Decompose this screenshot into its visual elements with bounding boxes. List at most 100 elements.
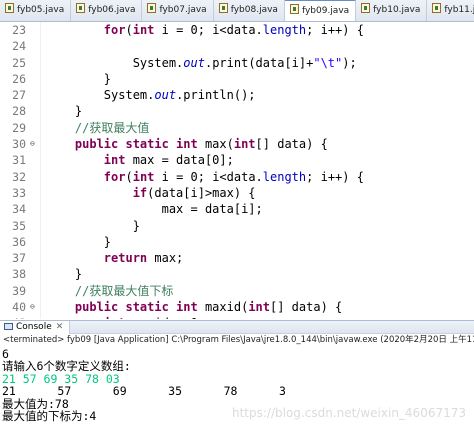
line-number: 34 [12,202,26,217]
code-line: 34 max = data[i]; [0,201,474,217]
console-view-header: Console ✕ [0,320,474,334]
code-line: 33 if(data[i]>max) { [0,185,474,201]
code-token: out [154,88,177,103]
editor-tab[interactable]: fyb10.java [356,0,428,21]
line-number: 31 [12,153,26,168]
line-number: 33 [12,185,26,200]
code-line: 39 //获取最大值下标 [0,283,474,299]
code-token: } [46,267,83,282]
code-line: 29 //获取最大值 [0,120,474,136]
code-text: } [46,234,111,250]
code-text: if(data[i]>max) { [46,185,256,201]
code-text: int max = data[0]; [46,152,234,168]
line-number: 23 [12,23,26,37]
code-token: maxid = 0; [125,316,205,319]
code-token: for [103,169,126,184]
fold-toggle-icon[interactable]: ⊖ [30,140,37,148]
code-token: return [103,251,148,266]
code-token: int [233,137,256,152]
code-token: } [46,218,140,233]
line-number: 32 [12,169,26,184]
code-token: ; i++) { [306,169,364,184]
console-output-line: 请输入6个数字定义数组: [2,359,131,374]
line-number: 40 [12,300,26,315]
code-token: max = data[i]; [46,202,263,217]
code-token: } [46,71,112,86]
code-token: for [103,23,126,37]
code-token: max; [147,251,184,266]
code-token: int [248,300,270,315]
code-line: 36 } [0,234,474,250]
java-file-icon [289,4,299,14]
code-token: } [46,104,83,119]
code-token: System. [46,88,155,103]
code-text: max = data[i]; [46,201,263,217]
line-number: 29 [12,120,26,135]
line-number: 25 [12,55,26,70]
code-token: int [103,153,126,168]
code-line: 35 } [0,218,474,234]
line-number: 38 [12,267,26,282]
code-text: } [46,218,140,234]
code-token: public static int [74,300,198,315]
java-file-icon [147,3,157,13]
console-tab[interactable]: Console ✕ [0,321,71,334]
code-text: System.out.println(); [46,87,256,103]
editor-tab-label: fyb06.java [88,5,136,15]
editor-tab[interactable]: fyb08.java [214,0,285,21]
editor-tab[interactable]: fyb11.java [427,0,474,21]
editor-tab[interactable]: fyb06.java [71,0,143,21]
line-number: 27 [12,88,26,103]
code-line: 25 System.out.print(data[i]+"\t"); [0,55,474,71]
code-token: [] data) { [255,137,328,152]
code-editor[interactable]: 23 for(int i = 0; i<data.length; i++) {2… [0,22,474,319]
editor-tab[interactable]: fyb07.java [142,0,214,21]
console-icon [4,323,13,330]
close-icon[interactable]: ✕ [56,322,64,332]
code-text: return max; [46,250,183,266]
code-text: } [46,71,111,87]
code-token: length [262,169,307,184]
code-text: //获取最大值 [46,120,149,136]
code-token: (data[i]>max) { [147,185,256,200]
watermark: https://blog.csdn.net/weixin_46067173 [231,406,466,420]
java-file-icon [432,3,442,13]
code-line: 24 [0,38,474,54]
line-number: 41 [0,315,28,319]
code-text: for(int i = 0; i<data.length; i++) { [46,169,364,185]
code-line: 23 for(int i = 0; i<data.length; i++) { [0,22,474,38]
code-text: System.out.print(data[i]+"\t"); [46,55,357,71]
code-token: ( [125,169,133,184]
code-line: 32 for(int i = 0; i<data.length; i++) { [0,169,474,185]
code-token: i = 0; i<data. [154,169,263,184]
line-number: 35 [12,218,26,233]
code-line: 31 int max = data[0]; [0,152,474,168]
code-token: int [104,316,126,319]
code-token: max( [197,137,234,152]
editor-tab[interactable]: fyb05.java [0,0,72,21]
java-file-icon [361,3,371,13]
code-line: 40 ⊖ public static int maxid(int[] data) … [0,299,474,315]
code-token: } [46,234,112,249]
editor-tab-label: fyb10.java [373,5,421,15]
code-token: if [132,185,148,200]
line-number: 39 [12,283,26,298]
fold-toggle-icon[interactable]: ⊖ [30,303,37,311]
editor-tab-label: fyb11.java [444,5,474,15]
java-file-icon [76,3,86,13]
line-number: 36 [12,234,26,249]
code-token: .println(); [176,88,256,103]
editor-tab-label: fyb08.java [230,5,278,15]
code-text: //获取最大值下标 [46,283,173,299]
code-text: public static int max(int[] data) { [46,136,328,152]
code-line: 28 } [0,103,474,119]
editor-tab[interactable]: fyb09.java [284,0,357,21]
code-text: } [46,103,82,119]
code-token: i = 0; i<data. [154,23,263,37]
